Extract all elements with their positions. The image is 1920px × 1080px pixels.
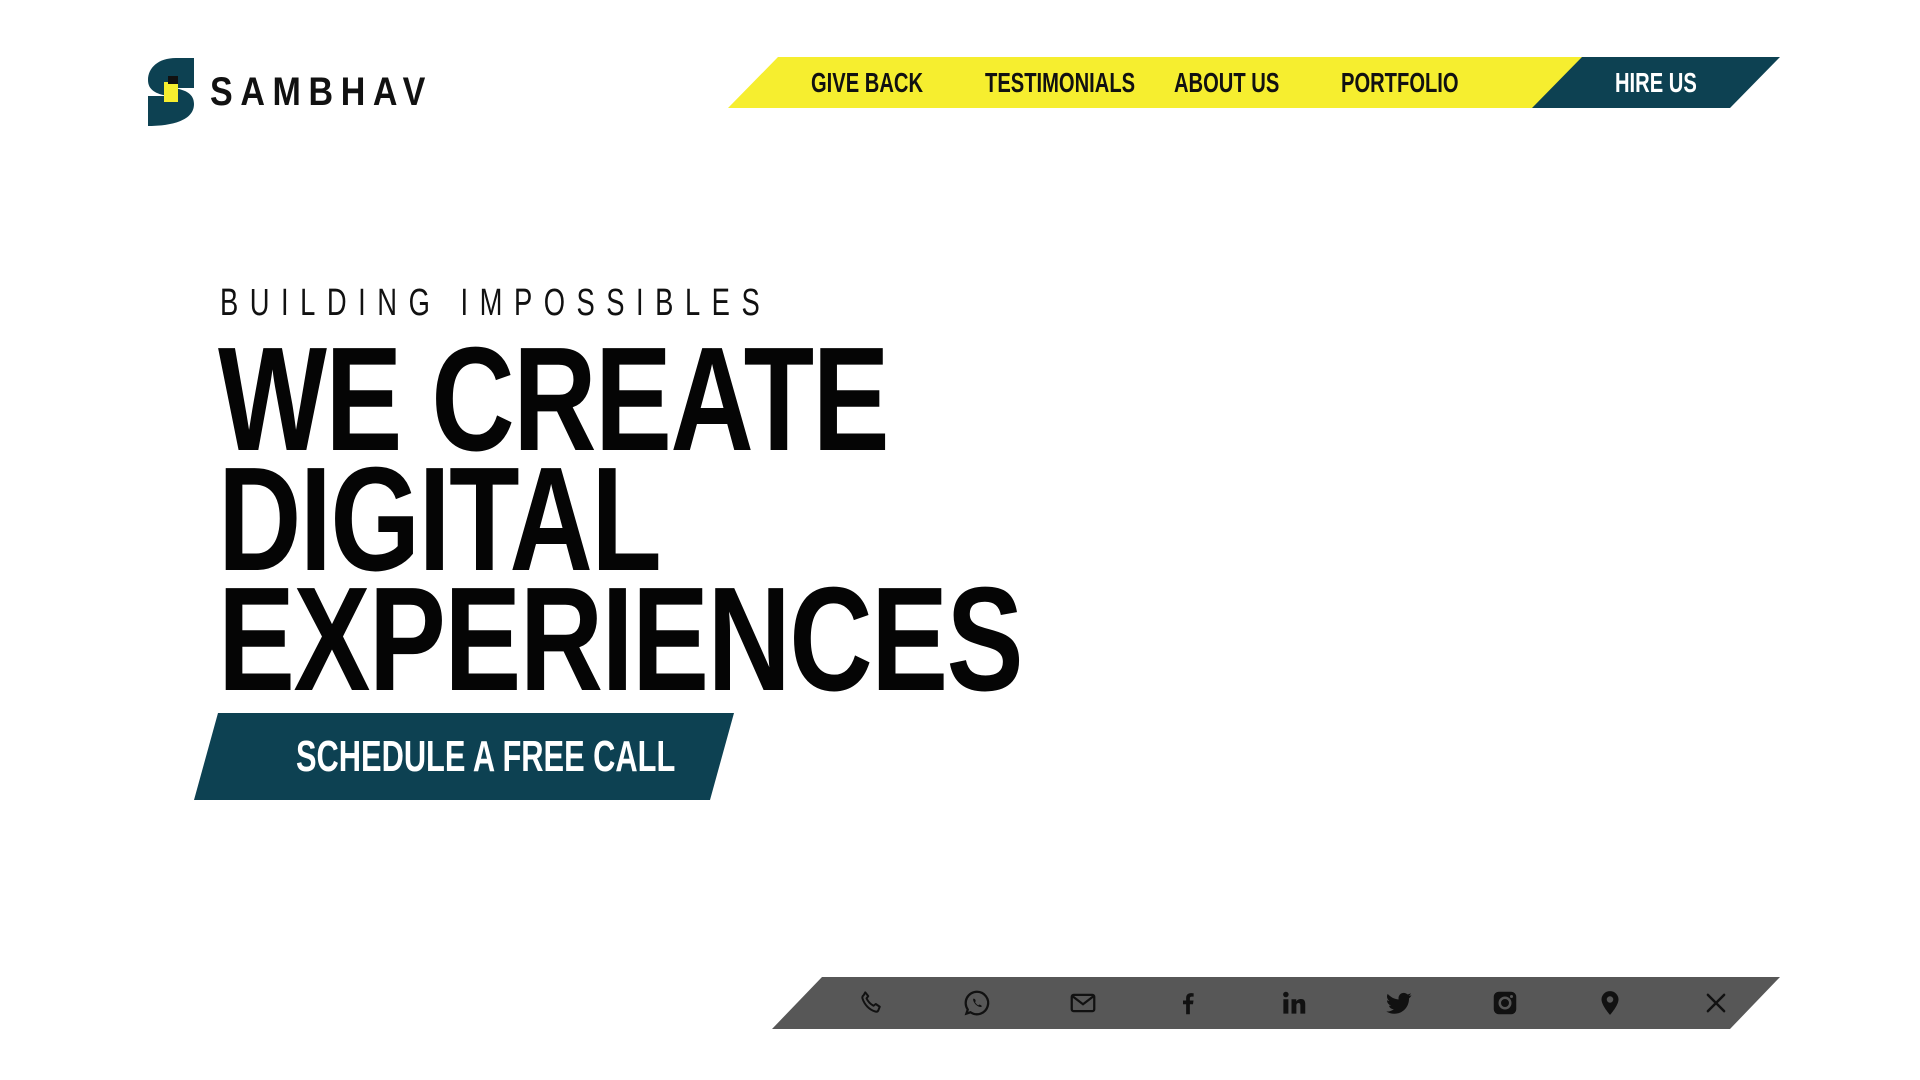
schedule-call-label: SCHEDULE A FREE CALL — [296, 732, 676, 781]
brand-name: SAMBHAV — [210, 69, 433, 114]
nav-testimonials-link[interactable]: TESTIMONIALS — [985, 57, 1135, 108]
whatsapp-icon[interactable] — [961, 987, 993, 1019]
nav-give-back-link[interactable]: GIVE BACK — [811, 57, 923, 108]
phone-icon[interactable] — [856, 987, 888, 1019]
nav-portfolio-link[interactable]: PORTFOLIO — [1341, 57, 1459, 108]
email-icon[interactable] — [1067, 987, 1099, 1019]
social-bar — [772, 977, 1780, 1029]
nav-about-us-link[interactable]: ABOUT US — [1174, 57, 1279, 108]
brand-logo[interactable]: SAMBHAV — [146, 56, 472, 128]
close-icon[interactable] — [1700, 987, 1732, 1019]
facebook-icon[interactable] — [1172, 987, 1204, 1019]
schedule-call-button[interactable]: SCHEDULE A FREE CALL — [194, 713, 734, 800]
twitter-icon[interactable] — [1383, 987, 1415, 1019]
instagram-icon[interactable] — [1489, 987, 1521, 1019]
hire-us-button[interactable]: HIRE US — [1615, 57, 1697, 108]
top-navigation: GIVE BACK TESTIMONIALS ABOUT US PORTFOLI… — [728, 57, 1780, 108]
sambhav-s-logo-icon — [148, 58, 194, 126]
headline-line-3: EXPERIENCES — [218, 557, 1024, 722]
linkedin-icon[interactable] — [1278, 987, 1310, 1019]
hero-headline: WE CREATE DIGITAL EXPERIENCES — [218, 326, 1024, 722]
location-icon[interactable] — [1594, 987, 1626, 1019]
